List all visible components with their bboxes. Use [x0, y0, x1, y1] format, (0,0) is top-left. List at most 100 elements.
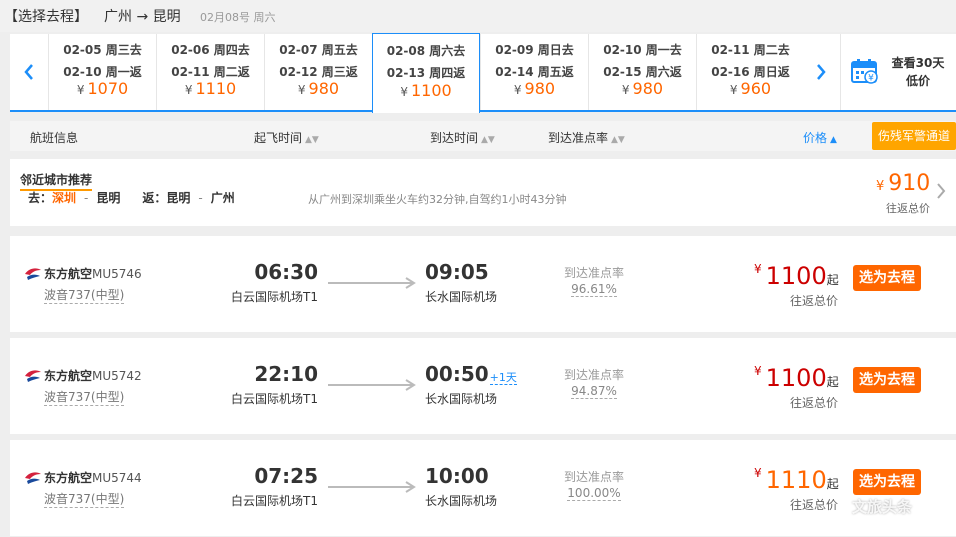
sort-arrows-icon: ▲▼: [305, 135, 319, 145]
travel-date: 02月08号 周六: [200, 11, 276, 24]
arrival-time: 00:50+1天: [425, 362, 517, 386]
sort-arr-label: 到达时间: [430, 131, 479, 145]
calendar-label-2: 低价: [905, 74, 930, 88]
select-outbound-button[interactable]: 选为去程: [853, 367, 921, 393]
flight-price: ¥1100起: [754, 364, 839, 392]
sort-arrows-icon: ▲▼: [611, 135, 625, 145]
aircraft-type[interactable]: 波音737(中型): [44, 490, 125, 508]
recommend-price: ¥910: [876, 171, 930, 196]
date-option-selected[interactable]: 02-08 周六去 02-13 周四返 ¥1100: [372, 33, 480, 113]
flight-price-value: 1110: [765, 466, 827, 494]
sort-arr-time[interactable]: 到达时间 ▲▼: [430, 129, 495, 146]
next-dates-button[interactable]: [802, 34, 840, 110]
return-date: 02-10 周一返: [63, 65, 142, 79]
nearby-city-recommendation[interactable]: 邻近城市推荐 去：深圳 - 昆明 返：昆明 - 广州 从广州到深圳乘坐火车约32分钟,自驾…: [10, 159, 956, 226]
flight-info-header: 航班信息: [30, 131, 79, 145]
aircraft-type[interactable]: 波音737(中型): [44, 286, 125, 304]
next-day-badge[interactable]: +1天: [489, 371, 517, 385]
date-price: 1100: [410, 81, 452, 100]
route-label: 广州 → 昆明: [104, 9, 181, 25]
return-date: 02-14 周五返: [495, 65, 574, 79]
return-to-city: 广州: [210, 191, 235, 205]
page-header: 【选择去程】 广州 → 昆明 02月08号 周六: [0, 0, 956, 32]
sort-dep-time[interactable]: 起飞时间 ▲▼: [254, 129, 319, 146]
arrival-airport: 长水国际机场: [425, 494, 498, 508]
price-from-suffix: 起: [826, 375, 839, 389]
date-option[interactable]: 02-07 周五去 02-12 周三返 ¥980: [264, 34, 372, 110]
flight-arrow-icon: [328, 481, 416, 493]
chevron-right-icon: [937, 183, 946, 199]
date-option[interactable]: 02-10 周一去 02-15 周六返 ¥980: [588, 34, 696, 110]
date-price: 960: [740, 79, 772, 98]
china-eastern-logo-icon: [25, 268, 41, 280]
sort-price-label: 价格: [803, 131, 828, 145]
yen-symbol: ¥: [76, 83, 85, 97]
flight-number: MU5746: [92, 267, 142, 281]
flight-card: 东方航空MU5742 波音737(中型) 22:10 白云国际机场T1 00:5…: [10, 338, 956, 434]
date-price: 1070: [87, 79, 129, 98]
departure-airport: 白云国际机场T1: [231, 392, 318, 406]
arrival-time-value: 10:00: [425, 464, 489, 488]
flight-price-sub: 往返总价: [790, 396, 839, 410]
flight-number: MU5744: [92, 471, 142, 485]
date-price: 980: [524, 79, 556, 98]
ontime-label: 到达准点率: [563, 266, 624, 280]
return-date: 02-13 周四返: [386, 66, 466, 80]
flight-price-sub: 往返总价: [790, 498, 839, 512]
sort-price[interactable]: 价格 ▲: [803, 129, 837, 146]
chevron-right-icon: [817, 64, 826, 80]
ontime-rate: 100.00%: [554, 486, 634, 501]
military-channel-button[interactable]: 伤残军警通道: [872, 122, 956, 150]
date-option[interactable]: 02-11 周二去 02-16 周日返 ¥960: [696, 34, 804, 110]
yen-symbol: ¥: [754, 262, 762, 276]
select-outbound-button[interactable]: 选为去程: [853, 469, 921, 495]
flight-price-value: 1100: [765, 262, 827, 290]
china-eastern-logo-icon: [25, 370, 41, 382]
arrival-time-value: 00:50: [425, 362, 489, 386]
view-30-days-button[interactable]: ¥ 查看30天 低价: [840, 34, 956, 110]
sort-bar: 航班信息 起飞时间 ▲▼ 到达时间 ▲▼ 到达准点率 ▲▼ 价格 ▲ 伤残军警通道: [10, 121, 956, 151]
departure-time: 07:25: [254, 464, 318, 488]
date-option[interactable]: 02-05 周三去 02-10 周一返 ¥1070: [48, 34, 156, 110]
return-date: 02-16 周日返: [711, 65, 790, 79]
ontime-label: 到达准点率: [563, 470, 624, 484]
go-date: 02-05 周三去: [63, 43, 142, 57]
departure-time: 22:10: [254, 362, 318, 386]
flight-price: ¥1110起: [754, 466, 839, 494]
flight-arrow-icon: [328, 379, 416, 391]
date-price: 980: [308, 79, 340, 98]
arrival-time-value: 09:05: [425, 260, 489, 284]
return-date: 02-15 周六返: [603, 65, 682, 79]
select-outbound-button[interactable]: 选为去程: [853, 265, 921, 291]
ontime-rate-value: 96.61%: [571, 282, 617, 297]
flight-card: 东方航空MU5746 波音737(中型) 06:30 白云国际机场T1 09:0…: [10, 236, 956, 332]
go-date: 02-07 周五去: [279, 43, 358, 57]
ontime-rate: 94.87%: [554, 384, 634, 399]
prev-dates-button[interactable]: [10, 34, 48, 110]
go-date: 02-06 周四去: [171, 43, 250, 57]
airline-label: 东方航空: [44, 369, 93, 383]
flight-arrow-icon: [328, 277, 416, 289]
yen-symbol: ¥: [754, 466, 762, 480]
yen-symbol: ¥: [184, 83, 193, 97]
sort-arrows-icon: ▲▼: [481, 135, 495, 145]
go-from-city: 深圳: [52, 191, 77, 205]
return-label: 返：: [142, 191, 167, 205]
date-option[interactable]: 02-09 周日去 02-14 周五返 ¥980: [480, 34, 588, 110]
sort-on-time[interactable]: 到达准点率 ▲▼: [548, 129, 625, 146]
flight-price-sub: 往返总价: [790, 294, 839, 308]
departure-airport: 白云国际机场T1: [231, 494, 318, 508]
aircraft-type[interactable]: 波音737(中型): [44, 388, 125, 406]
yen-symbol: ¥: [297, 83, 306, 97]
flight-price-value: 1100: [765, 364, 827, 392]
ontime-rate: 96.61%: [554, 282, 634, 297]
recommend-route: 去：深圳 - 昆明 返：昆明 - 广州: [28, 191, 235, 205]
yen-symbol: ¥: [513, 83, 522, 97]
china-eastern-logo-icon: [25, 472, 41, 484]
yen-symbol: ¥: [621, 83, 630, 97]
sort-dep-label: 起飞时间: [254, 131, 303, 145]
svg-text:¥: ¥: [868, 74, 874, 84]
chevron-left-icon: [24, 64, 33, 80]
ontime-label: 到达准点率: [563, 368, 624, 382]
date-option[interactable]: 02-06 周四去 02-11 周二返 ¥1110: [156, 34, 264, 110]
